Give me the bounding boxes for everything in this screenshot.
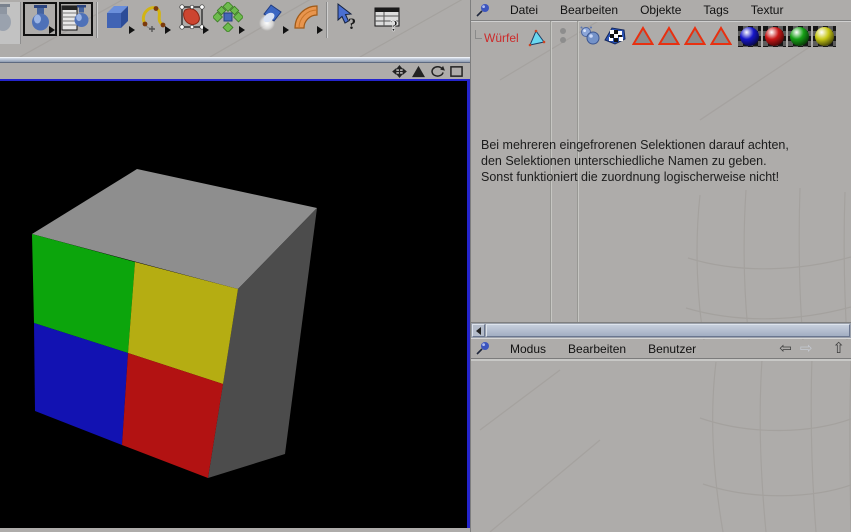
picture-manager-icon xyxy=(61,5,89,31)
polygon-selection-tag[interactable] xyxy=(632,26,654,46)
flyout-arrow-icon xyxy=(165,26,171,34)
flyout-arrow-icon xyxy=(49,26,55,34)
scrollbar-thumb[interactable] xyxy=(486,324,850,337)
annotation-note: Bei mehreren eingefrorenen Selektionen d… xyxy=(481,137,789,185)
viewport-toggle-icon[interactable] xyxy=(449,65,464,78)
nav-back-icon[interactable]: ⇦ xyxy=(779,341,792,356)
flyout-arrow-icon xyxy=(239,26,245,34)
nav-forward-icon[interactable]: ⇨ xyxy=(800,341,813,356)
polygon-object-icon[interactable] xyxy=(527,28,547,48)
material-sphere xyxy=(815,26,834,46)
picture-manager-button[interactable] xyxy=(59,2,93,36)
application-window: ? ? Datei Bearbeiten Objekte Tags Textur… xyxy=(0,0,851,532)
window-pin-icon[interactable] xyxy=(475,3,491,18)
manager-help-button[interactable]: ? xyxy=(373,2,405,35)
editor-visibility-dot[interactable] xyxy=(560,28,566,34)
window-pin-icon[interactable] xyxy=(475,341,491,356)
cube-render xyxy=(32,169,317,478)
add-spline-button[interactable] xyxy=(139,2,171,34)
note-line-1: Bei mehreren eingefrorenen Selektionen d… xyxy=(481,138,789,152)
render-visibility-dot[interactable] xyxy=(560,37,566,43)
viewport-rotate-icon[interactable] xyxy=(430,65,445,78)
material-tag-green[interactable] xyxy=(788,25,811,47)
material-tag-red[interactable] xyxy=(763,25,786,47)
add-cube-button[interactable] xyxy=(103,2,135,34)
menu-bearbeiten-2[interactable]: Bearbeiten xyxy=(557,342,637,356)
selection-tag-group xyxy=(632,26,732,46)
object-manager: Würfel Bei mehreren eingefrorenen Selekt… xyxy=(471,21,851,322)
uvw-tag[interactable] xyxy=(604,25,626,47)
menu-modus[interactable]: Modus xyxy=(499,342,557,356)
nav-up-icon[interactable]: ⇧ xyxy=(832,341,845,356)
material-tag-group xyxy=(738,25,836,47)
manager-pane: Datei Bearbeiten Objekte Tags Textur Wür… xyxy=(470,0,851,532)
light-object-button[interactable] xyxy=(257,2,289,34)
menu-bearbeiten[interactable]: Bearbeiten xyxy=(549,3,629,17)
polygon-selection-tag[interactable] xyxy=(684,26,706,46)
context-help-button[interactable]: ? xyxy=(333,2,365,34)
deformer-bend-button[interactable] xyxy=(291,2,323,34)
flyout-arrow-icon xyxy=(129,26,135,34)
menu-objekte[interactable]: Objekte xyxy=(629,3,692,17)
menu-datei[interactable]: Datei xyxy=(499,3,549,17)
tag-list xyxy=(579,25,836,47)
scroll-left-button[interactable] xyxy=(472,324,485,337)
array-object-button[interactable] xyxy=(211,0,245,34)
history-nav: ⇦ ⇨ ⇧ xyxy=(779,341,851,356)
note-line-3: Sonst funktioniert die zuordnung logisch… xyxy=(481,170,780,184)
note-line-2: den Selektionen unterschiedliche Namen z… xyxy=(481,154,767,168)
scroll-left-icon xyxy=(476,326,481,335)
render-view-partial-icon xyxy=(0,4,11,31)
menu-benutzer[interactable]: Benutzer xyxy=(637,342,707,356)
help-table-icon: ? xyxy=(374,7,400,35)
toolbar-edge xyxy=(0,2,21,44)
3d-viewport[interactable] xyxy=(0,79,470,528)
attribute-area xyxy=(471,359,851,532)
material-manager-menubar: Modus Bearbeiten Benutzer ⇦ ⇨ ⇧ xyxy=(471,338,851,359)
flyout-arrow-icon xyxy=(283,26,289,34)
polygon-selection-tag[interactable] xyxy=(710,26,732,46)
material-sphere xyxy=(790,26,809,46)
toolbar-separator xyxy=(326,2,328,38)
object-manager-menubar: Datei Bearbeiten Objekte Tags Textur xyxy=(471,0,851,21)
viewport-header xyxy=(0,63,470,79)
svg-text:?: ? xyxy=(390,18,398,34)
toolbar-separator xyxy=(96,2,98,38)
object-name[interactable]: Würfel xyxy=(484,31,519,45)
viewport-pane: ? ? xyxy=(0,0,470,532)
viewport-scale-icon[interactable] xyxy=(411,65,426,78)
help-cursor-icon: ? xyxy=(337,2,356,33)
visibility-toggles xyxy=(553,25,575,49)
material-sphere xyxy=(765,26,784,46)
menu-tags[interactable]: Tags xyxy=(692,3,739,17)
flyout-arrow-icon xyxy=(317,26,323,34)
menu-textur[interactable]: Textur xyxy=(740,3,795,17)
render-active-view-button[interactable] xyxy=(23,2,57,36)
phong-tag[interactable] xyxy=(579,25,601,47)
viewport-move-icon[interactable] xyxy=(392,64,407,78)
object-row-wuerfel[interactable]: Würfel xyxy=(471,27,547,49)
material-tag-blue[interactable] xyxy=(738,25,761,47)
hypernurbs-button[interactable] xyxy=(177,2,209,34)
main-toolbar: ? ? xyxy=(0,0,470,57)
tree-branch xyxy=(475,29,482,39)
object-manager-scrollbar[interactable] xyxy=(471,322,851,338)
svg-text:?: ? xyxy=(348,16,356,33)
polygon-selection-tag[interactable] xyxy=(658,26,680,46)
material-tag-yellow[interactable] xyxy=(813,25,836,47)
material-sphere xyxy=(740,26,759,46)
flyout-arrow-icon xyxy=(203,26,209,34)
